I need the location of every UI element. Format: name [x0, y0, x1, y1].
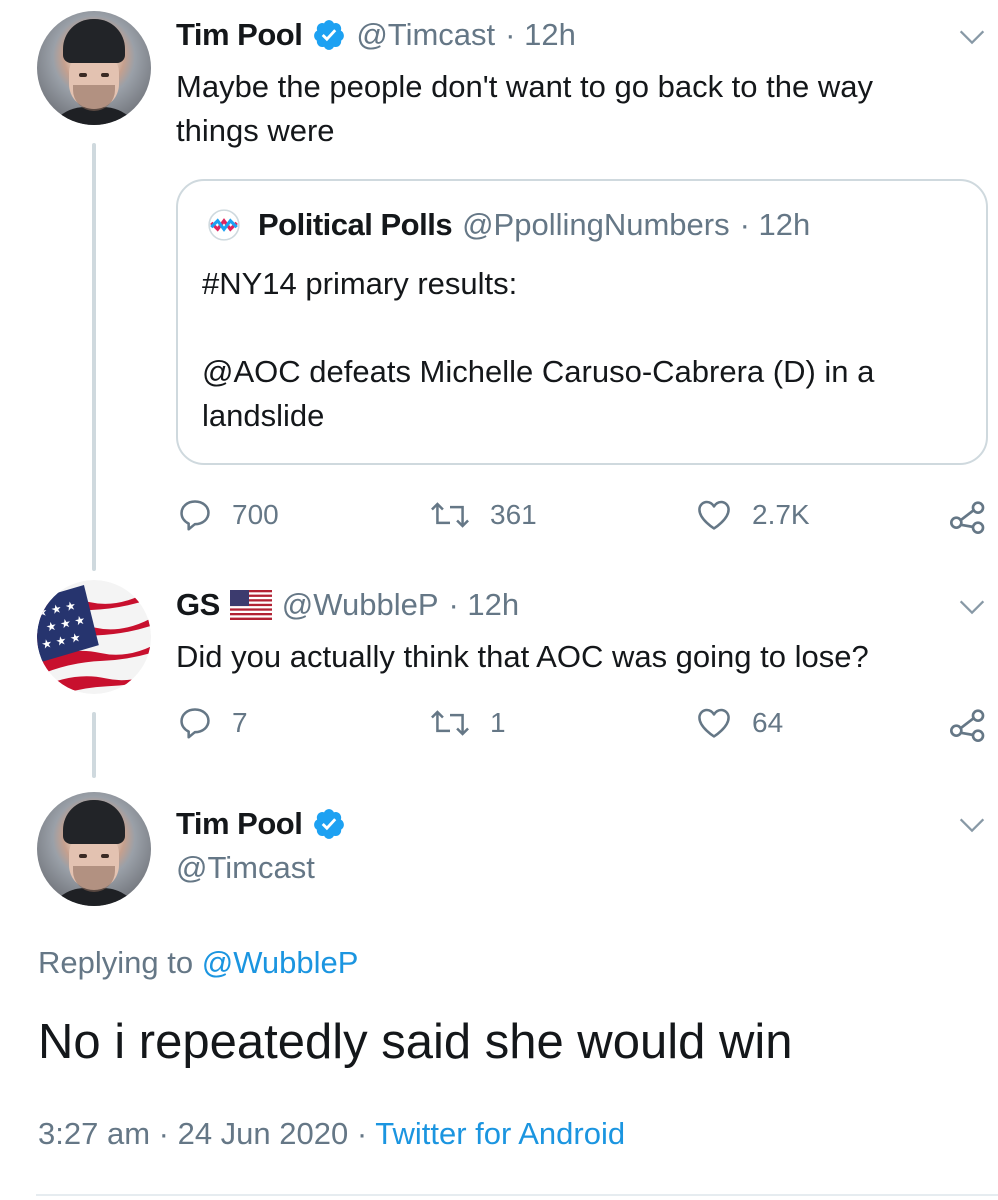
quoted-display-name: Political Polls [258, 207, 453, 242]
tweet-header: GS @WubbleP · 12h [176, 585, 529, 625]
retweet-count: 1 [490, 707, 506, 738]
display-name[interactable]: Tim Pool [176, 806, 303, 842]
tweet-text: Did you actually think that AOC was goin… [176, 639, 869, 674]
reply-button[interactable]: 700 [176, 496, 279, 534]
like-button[interactable]: 64 [694, 704, 783, 742]
handle[interactable]: @Timcast [356, 17, 495, 53]
quoted-tweet-header: Political Polls @PpollingNumbers · 12h [258, 205, 820, 245]
political-polls-logo-icon [208, 209, 240, 241]
quoted-timestamp: · 12h [739, 207, 811, 242]
timestamp[interactable]: · 12h [449, 587, 520, 623]
retweet-icon [431, 502, 469, 528]
like-count: 64 [752, 707, 784, 738]
verified-badge-icon [314, 20, 345, 50]
chevron-down-icon[interactable] [955, 808, 989, 842]
retweet-button[interactable]: 361 [428, 496, 537, 534]
tweet-text: Maybe the people don't want to go back t… [176, 69, 873, 148]
retweet-count: 361 [490, 499, 537, 530]
quoted-tweet-text: #NY14 primary results: @AOC defeats Mich… [202, 266, 875, 433]
heart-icon [698, 500, 730, 530]
replying-to-link[interactable]: @WubbleP [202, 945, 359, 980]
like-count: 2.7K [752, 499, 810, 530]
reply-icon [180, 708, 210, 739]
share-icon[interactable] [948, 704, 988, 744]
display-name[interactable]: Tim Pool [176, 17, 303, 53]
display-name[interactable]: GS [176, 587, 220, 623]
us-flag-emoji-icon [229, 590, 272, 620]
tweet-time[interactable]: 3:27 am [38, 1116, 150, 1151]
share-icon[interactable] [948, 496, 988, 536]
timestamp[interactable]: · 12h [505, 17, 576, 53]
thread-connector [92, 143, 96, 571]
divider [36, 1194, 998, 1196]
reply-button[interactable]: 7 [176, 704, 248, 742]
tweet-metadata: 3:27 am · 24 Jun 2020 · Twitter for Andr… [38, 1116, 625, 1152]
retweet-button[interactable]: 1 [428, 704, 506, 742]
reply-count: 7 [232, 707, 248, 738]
like-button[interactable]: 2.7K [694, 496, 810, 534]
verified-badge-icon [314, 809, 345, 839]
us-flag-avatar-icon: ★ ★ ★ ★ ★ ★ ★ ★ ★ [37, 580, 151, 694]
tweet-date[interactable]: · 24 Jun 2020 · [159, 1116, 368, 1151]
tweet-text: No i repeatedly said she would win [38, 1015, 793, 1069]
replying-to: Replying to @WubbleP [38, 945, 359, 980]
retweet-icon [431, 710, 469, 736]
quoted-handle: @PpollingNumbers [462, 207, 730, 242]
heart-icon [698, 708, 730, 738]
reply-count: 700 [232, 499, 279, 530]
thread-connector [92, 712, 96, 778]
handle[interactable]: @WubbleP [282, 587, 439, 623]
avatar[interactable] [37, 792, 151, 906]
avatar[interactable] [37, 11, 151, 125]
reply-icon [180, 500, 210, 531]
tweet-header: Tim Pool [176, 804, 356, 844]
tweet-source[interactable]: Twitter for Android [375, 1116, 625, 1151]
chevron-down-icon[interactable] [955, 20, 989, 54]
avatar[interactable]: ★ ★ ★ ★ ★ ★ ★ ★ ★ [37, 580, 151, 694]
handle[interactable]: @Timcast [176, 850, 315, 886]
tweet-header: Tim Pool @Timcast · 12h [176, 15, 586, 55]
chevron-down-icon[interactable] [955, 590, 989, 624]
